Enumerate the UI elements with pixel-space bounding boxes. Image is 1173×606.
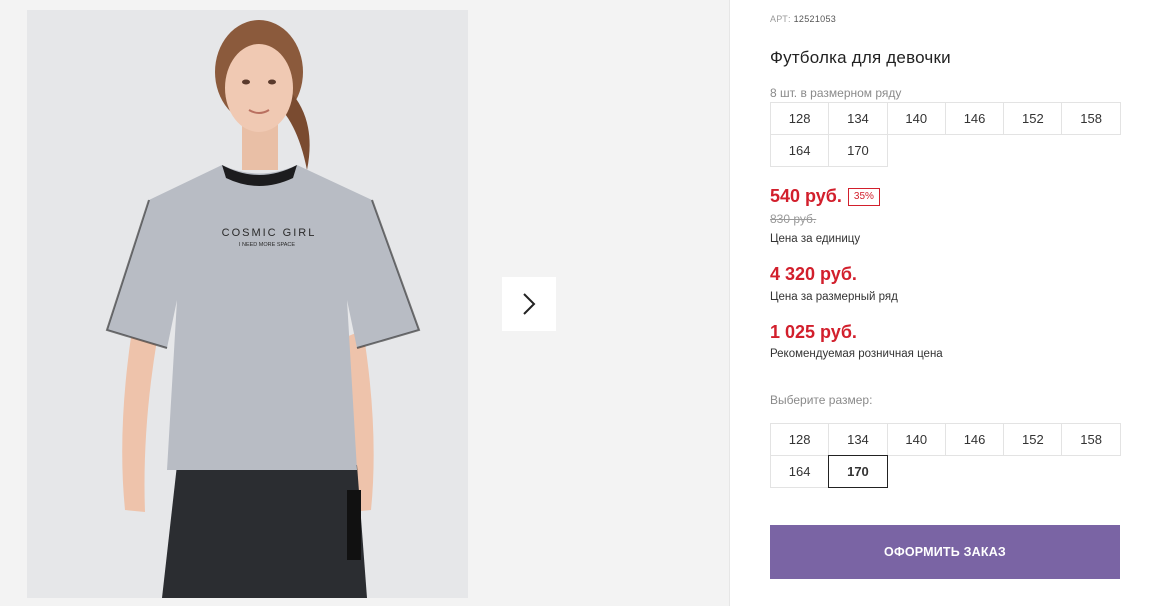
size-option[interactable]: 152 bbox=[1003, 423, 1063, 456]
size-option[interactable]: 164 bbox=[770, 455, 830, 488]
size-option[interactable]: 134 bbox=[828, 423, 888, 456]
series-size-cell: 152 bbox=[1003, 102, 1063, 135]
series-size-cell: 134 bbox=[828, 102, 888, 135]
unit-price-row: 540 руб. 35% bbox=[770, 186, 880, 207]
article-value: 12521053 bbox=[793, 14, 837, 24]
size-option[interactable]: 146 bbox=[944, 423, 1005, 456]
series-size-cell: 128 bbox=[770, 102, 830, 135]
chevron-right-icon bbox=[523, 293, 536, 315]
unit-price-label: Цена за единицу bbox=[770, 233, 861, 245]
series-size-cell: 146 bbox=[944, 102, 1005, 135]
tshirt-print-line2: I NEED MORE SPACE bbox=[239, 242, 295, 248]
retail-price-label: Рекомендуемая розничная цена bbox=[770, 348, 943, 360]
size-selector: 128 134 140 146 152 158 164 170 bbox=[770, 423, 1126, 488]
article-label: АРТ: bbox=[770, 14, 791, 24]
tshirt-print-line1: COSMIC GIRL bbox=[222, 227, 317, 239]
series-price: 4 320 руб. bbox=[770, 264, 857, 284]
size-option-selected[interactable]: 170 bbox=[828, 455, 888, 488]
series-size-cell: 164 bbox=[770, 134, 830, 167]
pack-info: 8 шт. в размерном ряду bbox=[770, 86, 902, 100]
series-size-cell: 158 bbox=[1061, 102, 1121, 135]
size-option[interactable]: 158 bbox=[1061, 423, 1121, 456]
size-option[interactable]: 140 bbox=[886, 423, 946, 456]
discount-badge: 35% bbox=[847, 187, 880, 206]
product-gallery: COSMIC GIRL I NEED MORE SPACE bbox=[0, 0, 730, 606]
product-details: АРТ: 12521053 Футболка для девочки 8 шт.… bbox=[770, 0, 1140, 606]
size-option[interactable]: 128 bbox=[770, 423, 830, 456]
series-size-cell: 140 bbox=[886, 102, 946, 135]
size-series-grid: 128 134 140 146 152 158 164 170 bbox=[770, 102, 1126, 167]
choose-size-label: Выберите размер: bbox=[770, 393, 873, 407]
old-price: 830 руб. bbox=[770, 212, 817, 226]
article-number: АРТ: 12521053 bbox=[770, 14, 836, 24]
series-size-cell: 170 bbox=[828, 134, 888, 167]
product-photo: COSMIC GIRL I NEED MORE SPACE bbox=[27, 10, 468, 598]
girl-in-tshirt-illustration: COSMIC GIRL I NEED MORE SPACE bbox=[27, 10, 468, 598]
retail-price: 1 025 руб. bbox=[770, 322, 857, 342]
unit-price: 540 руб. bbox=[770, 186, 842, 206]
product-title: Футболка для девочки bbox=[770, 48, 951, 67]
place-order-button[interactable]: ОФОРМИТЬ ЗАКАЗ bbox=[770, 525, 1120, 579]
series-price-label: Цена за размерный ряд bbox=[770, 291, 898, 303]
next-image-button[interactable] bbox=[502, 277, 556, 331]
